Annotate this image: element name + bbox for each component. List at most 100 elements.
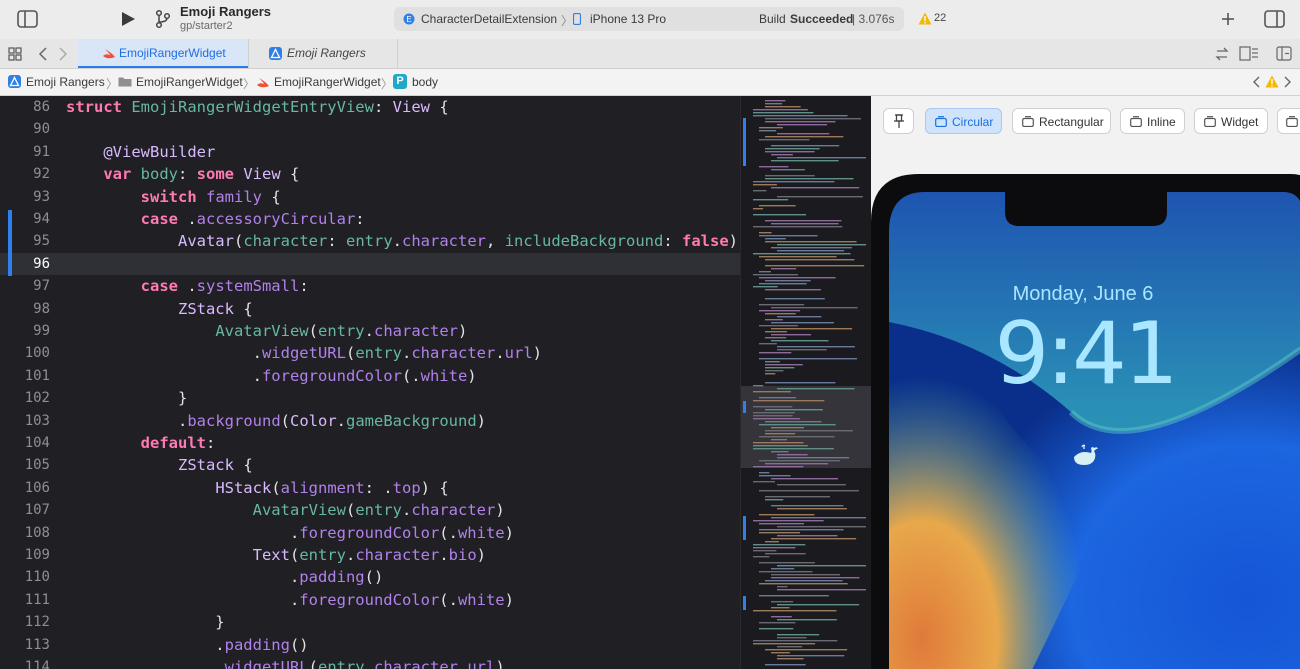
- line-number[interactable]: 90: [0, 118, 50, 140]
- breadcrumb-folder[interactable]: EmojiRangerWidget: [136, 75, 243, 89]
- line-number[interactable]: 109: [0, 544, 50, 566]
- code-line[interactable]: 105 ZStack {: [0, 454, 740, 476]
- minimap-line: [753, 112, 814, 114]
- code-line[interactable]: 99 AvatarView(entry.character): [0, 320, 740, 342]
- minimap-line: [771, 187, 860, 189]
- minimap-line: [771, 439, 788, 441]
- line-number[interactable]: 103: [0, 410, 50, 432]
- forward-icon[interactable]: [58, 47, 68, 61]
- pin-preview-button[interactable]: [883, 108, 914, 134]
- warning-icon[interactable]: [918, 12, 932, 25]
- line-number[interactable]: 111: [0, 589, 50, 611]
- minimap-line: [771, 601, 794, 603]
- breadcrumb-symbol[interactable]: body: [412, 75, 438, 89]
- breadcrumb-project[interactable]: Emoji Rangers: [26, 75, 105, 89]
- minimap-line: [771, 451, 789, 453]
- line-number[interactable]: 113: [0, 634, 50, 656]
- family-inline-button[interactable]: Inline: [1120, 108, 1185, 134]
- line-number[interactable]: 98: [0, 298, 50, 320]
- swap-icon[interactable]: [1215, 47, 1229, 61]
- run-icon[interactable]: [120, 11, 136, 27]
- code-line[interactable]: 103 .background(Color.gameBackground): [0, 410, 740, 432]
- code-line[interactable]: 110 .padding(): [0, 566, 740, 588]
- code-line[interactable]: 113 .padding(): [0, 634, 740, 656]
- line-number[interactable]: 108: [0, 522, 50, 544]
- line-number[interactable]: 101: [0, 365, 50, 387]
- line-number[interactable]: 99: [0, 320, 50, 342]
- scheme-selector[interactable]: CharacterDetailExtension: [421, 12, 557, 26]
- minimap-line: [765, 151, 815, 153]
- minimap-line: [753, 520, 824, 522]
- grid-icon[interactable]: [8, 47, 22, 61]
- minimap-line: [765, 265, 865, 267]
- tab-emojirangerwidget[interactable]: EmojiRangerWidget: [78, 39, 248, 68]
- line-number[interactable]: 114: [0, 656, 50, 669]
- code-line[interactable]: 91 @ViewBuilder: [0, 141, 740, 163]
- project-name[interactable]: Emoji Rangers: [180, 4, 271, 19]
- line-number[interactable]: 93: [0, 186, 50, 208]
- adjust-editor-icon[interactable]: [1239, 46, 1259, 61]
- line-number[interactable]: 106: [0, 477, 50, 499]
- line-number[interactable]: 92: [0, 163, 50, 185]
- code-line[interactable]: 94 case .accessoryCircular:: [0, 208, 740, 230]
- source-editor[interactable]: 86 struct EmojiRangerWidgetEntryView: Vie…: [0, 96, 740, 669]
- line-number[interactable]: 91: [0, 141, 50, 163]
- code-line[interactable]: 112 }: [0, 611, 740, 633]
- family-widget-button[interactable]: Widget: [1194, 108, 1268, 134]
- code-line[interactable]: 114 .widgetURL(entry.character.url): [0, 656, 740, 669]
- code-line[interactable]: 106 HStack(alignment: .top) {: [0, 477, 740, 499]
- code-line[interactable]: 108 .foregroundColor(.white): [0, 522, 740, 544]
- code-line[interactable]: 101 .foregroundColor(.white): [0, 365, 740, 387]
- family-rectangular-button[interactable]: Rectangular: [1012, 108, 1111, 134]
- code-line[interactable]: 107 AvatarView(entry.character): [0, 499, 740, 521]
- inspector-toggle-icon[interactable]: [1264, 10, 1285, 28]
- code-line[interactable]: 92 var body: some View {: [0, 163, 740, 185]
- minimap-line: [771, 340, 829, 342]
- code-line[interactable]: 109 Text(entry.character.bio): [0, 544, 740, 566]
- code-line[interactable]: 104 default:: [0, 432, 740, 454]
- line-number[interactable]: 86: [0, 96, 50, 118]
- code-line[interactable]: 90: [0, 118, 740, 140]
- tab-emoji-rangers[interactable]: Emoji Rangers: [248, 39, 398, 68]
- next-issue-icon[interactable]: [1283, 76, 1292, 88]
- code-line[interactable]: 95 Avatar(character: entry.character, in…: [0, 230, 740, 252]
- family-label: Rectangular: [1039, 115, 1104, 129]
- minimap-line: [753, 610, 837, 612]
- code-line[interactable]: 102 }: [0, 387, 740, 409]
- breadcrumb-file[interactable]: EmojiRangerWidget: [274, 75, 381, 89]
- line-number[interactable]: 100: [0, 342, 50, 364]
- minimap-line: [777, 658, 804, 660]
- device-selector[interactable]: iPhone 13 Pro: [590, 12, 666, 26]
- minimap-line: [759, 325, 798, 327]
- minimap-change-marker: [743, 596, 746, 610]
- code-line[interactable]: 97 case .systemSmall:: [0, 275, 740, 297]
- family-circular-button[interactable]: Circular: [925, 108, 1002, 134]
- minimap-line: [765, 370, 784, 372]
- code-line[interactable]: 86 struct EmojiRangerWidgetEntryView: Vie…: [0, 96, 740, 118]
- line-number[interactable]: 97: [0, 275, 50, 297]
- warning-icon[interactable]: [1265, 75, 1279, 88]
- code-line[interactable]: 93 switch family {: [0, 186, 740, 208]
- code-line[interactable]: 96: [0, 252, 740, 275]
- minimap-line: [765, 337, 787, 339]
- code-text: case .accessoryCircular:: [140, 210, 365, 228]
- back-icon[interactable]: [38, 47, 48, 61]
- minimap-line: [771, 307, 858, 309]
- minimap[interactable]: [740, 96, 871, 669]
- code-line[interactable]: 100 .widgetURL(entry.character.url): [0, 342, 740, 364]
- line-number[interactable]: 105: [0, 454, 50, 476]
- line-number[interactable]: 102: [0, 387, 50, 409]
- more-family-button[interactable]: [1277, 108, 1300, 134]
- code-line[interactable]: 111 .foregroundColor(.white): [0, 589, 740, 611]
- preview-canvas: Circular Rectangular Inline Widget Monda…: [871, 96, 1300, 669]
- line-number[interactable]: 112: [0, 611, 50, 633]
- plus-icon[interactable]: [1220, 11, 1236, 27]
- prev-issue-icon[interactable]: [1252, 76, 1261, 88]
- line-number[interactable]: 107: [0, 499, 50, 521]
- line-number[interactable]: 110: [0, 566, 50, 588]
- code-line[interactable]: 98 ZStack {: [0, 298, 740, 320]
- line-number[interactable]: 104: [0, 432, 50, 454]
- add-editor-icon[interactable]: [1276, 46, 1292, 61]
- minimap-line: [753, 385, 764, 387]
- sidebar-toggle-icon[interactable]: [17, 10, 38, 28]
